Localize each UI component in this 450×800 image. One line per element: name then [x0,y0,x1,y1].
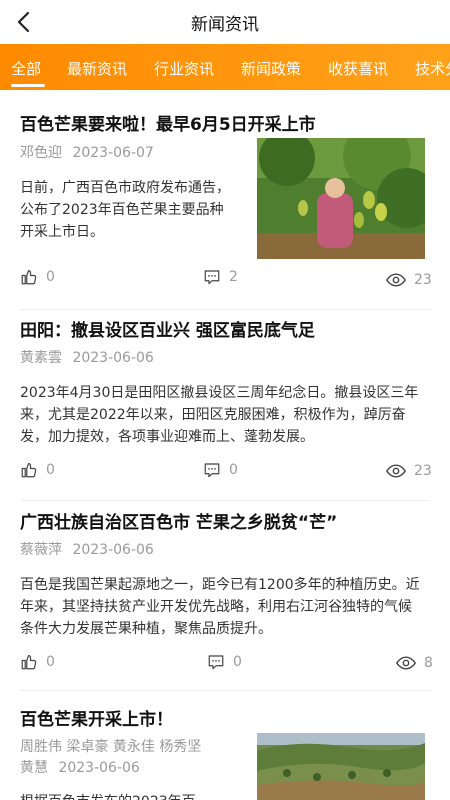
mango-orchard-photo [257,138,425,259]
news-thumbnail [257,138,425,259]
tab-industry[interactable]: 行业资讯 [154,58,214,79]
like-stat[interactable]: 0 [20,268,55,286]
comment-count: 0 [233,654,242,670]
view-stat: 8 [396,655,433,671]
news-date: 2023-06-07 [72,145,154,161]
like-count: 0 [46,654,55,670]
tab-harvest[interactable]: 收获喜讯 [328,58,388,79]
view-stat: 23 [386,272,432,288]
news-date: 2023-06-06 [72,350,154,366]
thumbs-up-icon [21,655,37,670]
news-title: 田阳：撤县设区百业兴 强区富民底气足 [20,321,315,341]
news-summary: 根据百色市发布的2023年百 [20,791,230,800]
hillside-orchard-photo [257,733,425,800]
news-title: 广西壮族自治区百色市 芒果之乡脱贫“芒” [20,513,338,533]
eye-icon [386,273,406,287]
news-date: 2023-06-06 [72,542,154,558]
comment-stat[interactable]: 0 [207,653,242,671]
comment-stat[interactable]: 0 [203,461,238,479]
view-count: 23 [414,463,432,479]
comment-count: 0 [229,462,238,478]
news-date: 2023-06-06 [58,760,140,776]
news-meta: 邓色迎 2023-06-07 [20,142,154,162]
thumbs-up-icon [21,270,37,285]
news-summary: 2023年4月30日是田阳区撤县设区三周年纪念日。撤县设区三年来，尤其是2022… [20,385,419,445]
comment-icon [208,655,224,670]
page-title: 新闻资讯 [191,15,259,35]
divider [20,309,430,310]
news-authors: 周胜伟 梁卓豪 黄永佳 杨秀坚 [20,739,202,755]
view-count: 23 [414,272,432,288]
app-header: 新闻资讯 [0,0,450,44]
category-tabs: 全部 最新资讯 行业资讯 新闻政策 收获喜讯 技术分享 [0,44,450,90]
news-summary: 百色是我国芒果起源地之一，距今已有1200多年的种植历史。近年来，其坚持扶贫产业… [20,577,420,637]
divider [20,690,430,691]
news-meta: 黄慧 2023-06-06 [20,757,140,777]
tab-all[interactable]: 全部 [11,58,41,79]
comment-count: 2 [229,269,238,285]
divider [20,500,430,501]
tab-tech[interactable]: 技术分享 [415,58,450,79]
comment-icon [204,463,220,478]
comment-icon [204,270,220,285]
eye-icon [386,464,406,478]
like-count: 0 [46,269,55,285]
news-meta: 蔡薇萍 2023-06-06 [20,539,154,559]
like-stat[interactable]: 0 [20,653,55,671]
news-thumbnail [257,733,425,800]
active-tab-indicator [11,84,45,87]
news-author: 黄慧 [20,760,48,776]
news-summary: 日前，广西百色市政府发布通告，公布了2023年百色芒果主要品种开采上市日。 [20,180,230,240]
view-count: 8 [424,655,433,671]
news-title: 百色芒果要来啦！最早6月5日开采上市 [20,115,316,135]
comment-stat[interactable]: 2 [203,268,238,286]
news-title: 百色芒果开采上市！ [20,710,173,730]
view-stat: 23 [386,463,432,479]
like-stat[interactable]: 0 [20,461,55,479]
eye-icon [396,656,416,670]
tab-policy[interactable]: 新闻政策 [241,58,301,79]
like-count: 0 [46,462,55,478]
thumbs-up-icon [21,463,37,478]
news-meta: 黄素雲 2023-06-06 [20,347,154,367]
news-author: 蔡薇萍 [20,542,62,558]
news-author: 邓色迎 [20,145,62,161]
news-author: 黄素雲 [20,350,62,366]
tab-latest[interactable]: 最新资讯 [67,58,127,79]
